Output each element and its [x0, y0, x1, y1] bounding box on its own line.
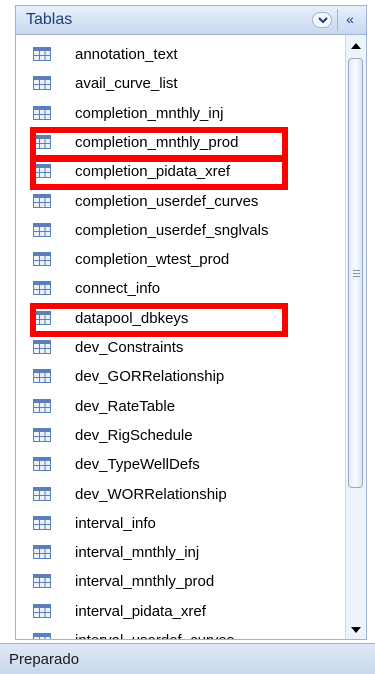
table-icon [33, 369, 51, 384]
table-name: datapool_dbkeys [75, 309, 189, 327]
table-list-item[interactable]: interval_pidata_xref [16, 598, 345, 626]
table-icon [33, 134, 51, 149]
navigation-pane: Tablas « annotation_text avail_curve_list… [15, 5, 367, 640]
table-list-item[interactable]: completion_userdef_snglvals [16, 217, 345, 245]
table-name: dev_GORRelationship [75, 368, 225, 386]
table-name: interval_mnthly_inj [75, 544, 200, 562]
table-icon [33, 310, 51, 325]
table-list-item[interactable]: completion_mnthly_inj [16, 100, 345, 128]
status-bar: Preparado [0, 643, 375, 674]
vertical-scrollbar[interactable] [345, 35, 366, 639]
pane-header: Tablas « [16, 6, 366, 35]
table-list-item[interactable]: dev_Constraints [16, 334, 345, 362]
table-name: interval_userdef_curves [75, 632, 234, 639]
table-name: completion_mnthly_prod [75, 133, 239, 151]
table-icon [33, 252, 51, 267]
table-icon [33, 545, 51, 560]
table-list-item[interactable]: completion_pidata_xref [16, 158, 345, 186]
status-text: Preparado [9, 651, 80, 668]
table-list-item[interactable]: datapool_dbkeys [16, 305, 345, 333]
table-list-item[interactable]: interval_info [16, 510, 345, 538]
grip-line [353, 276, 360, 277]
table-list: annotation_text avail_curve_list completio… [16, 35, 345, 639]
chevron-down-icon [318, 17, 328, 24]
table-icon [33, 398, 51, 413]
table-name: avail_curve_list [75, 75, 178, 93]
table-name: completion_userdef_curves [75, 192, 259, 210]
grip-line [353, 273, 360, 274]
table-list-item[interactable]: dev_TypeWellDefs [16, 451, 345, 479]
table-icon [33, 427, 51, 442]
table-name: dev_Constraints [75, 339, 184, 356]
table-name: dev_TypeWellDefs [75, 456, 200, 474]
table-icon [33, 633, 51, 639]
table-name: dev_RateTable [75, 397, 176, 415]
table-icon [33, 47, 51, 61]
table-list-item[interactable]: dev_WORRelationship [16, 481, 345, 509]
table-name: dev_WORRelationship [75, 485, 227, 503]
table-icon [33, 515, 51, 530]
table-list-item[interactable]: interval_userdef_curves [16, 627, 345, 639]
table-icon [33, 193, 51, 208]
table-icon [33, 486, 51, 501]
table-list-item[interactable]: connect_info [16, 275, 345, 303]
table-name: completion_userdef_snglvals [75, 221, 269, 239]
table-icon [33, 164, 51, 179]
table-icon [33, 457, 51, 472]
table-name: annotation_text [75, 46, 178, 63]
table-name: interval_info [75, 514, 156, 532]
table-list-item[interactable]: avail_curve_list [16, 70, 345, 98]
header-divider [337, 9, 338, 31]
table-list-item[interactable]: completion_wtest_prod [16, 246, 345, 274]
collapse-pane-button[interactable]: « [340, 9, 360, 29]
table-name: connect_info [75, 280, 161, 298]
grip-line [353, 270, 360, 271]
table-icon [33, 105, 51, 120]
table-list-item[interactable]: completion_mnthly_prod [16, 129, 345, 157]
table-icon [33, 76, 51, 91]
table-name: completion_pidata_xref [75, 163, 231, 181]
table-name: dev_RigSchedule [75, 426, 193, 444]
table-list-item[interactable]: dev_RateTable [16, 393, 345, 421]
table-icon [33, 222, 51, 237]
table-list-item[interactable]: completion_userdef_curves [16, 188, 345, 216]
table-name: interval_pidata_xref [75, 602, 206, 620]
scrollbar-thumb[interactable] [348, 58, 363, 488]
table-list-item[interactable]: dev_RigSchedule [16, 422, 345, 450]
table-list-item[interactable]: interval_mnthly_inj [16, 539, 345, 567]
table-list-item[interactable]: interval_mnthly_prod [16, 568, 345, 596]
pane-title[interactable]: Tablas [26, 11, 72, 29]
scroll-up-arrow-icon[interactable] [351, 43, 361, 49]
table-name: completion_wtest_prod [75, 251, 230, 269]
table-icon [33, 603, 51, 618]
category-dropdown-button[interactable] [312, 12, 332, 28]
table-icon [33, 574, 51, 589]
scroll-down-arrow-icon[interactable] [351, 627, 361, 633]
table-icon [33, 340, 51, 354]
table-name: interval_mnthly_prod [75, 573, 215, 591]
table-list-item[interactable]: annotation_text [16, 41, 345, 69]
table-name: completion_mnthly_inj [75, 104, 224, 122]
table-icon [33, 281, 51, 296]
table-list-item[interactable]: dev_GORRelationship [16, 363, 345, 391]
